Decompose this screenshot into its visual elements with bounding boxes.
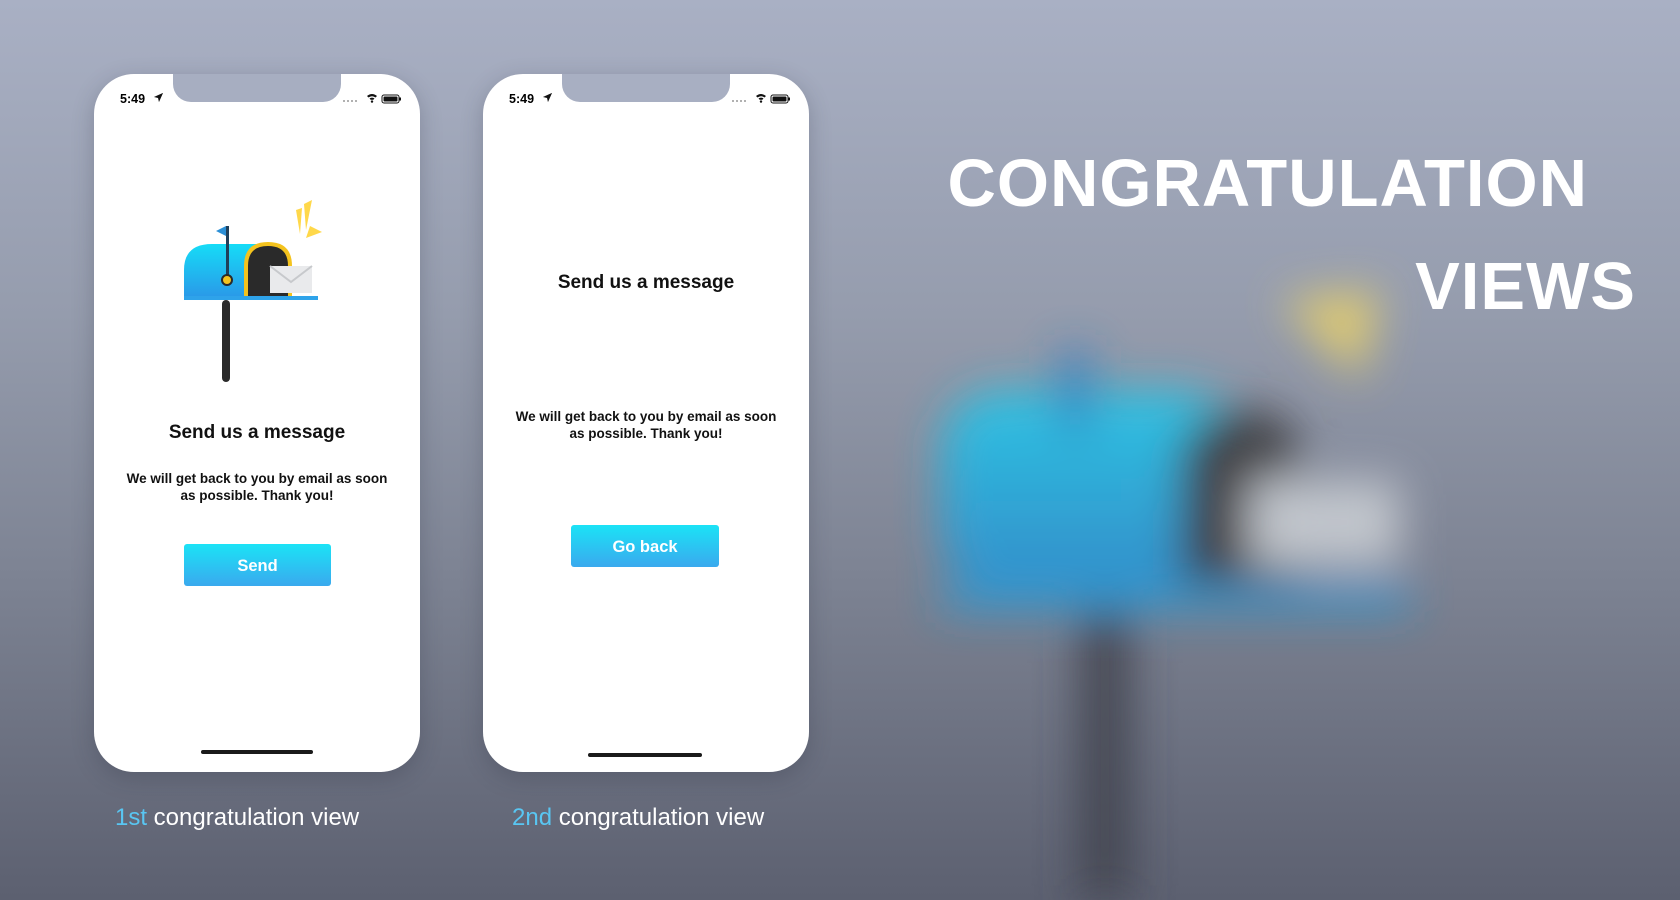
page-title: Send us a message [557,272,735,293]
headline-line-1: CONGRATULATION [947,146,1588,221]
wifi-icon [367,94,377,103]
location-arrow-icon [153,92,164,103]
page-title: Send us a message [168,422,346,443]
battery-icon [770,94,790,104]
caption-second-view: 2nd congratulation view [512,804,764,832]
send-button[interactable]: Send [184,544,331,586]
caption-text: congratulation view [147,804,360,831]
battery-icon [381,94,401,104]
location-arrow-icon [542,92,553,103]
signal-dots-icon [732,100,746,102]
headline-line-2: VIEWS [1415,249,1636,324]
signal-dots-icon [343,100,357,102]
status-icons [732,94,790,104]
status-time: 5:49 [120,92,146,106]
confirmation-message: We will get back to you by email as soon… [126,471,388,503]
wifi-icon [756,94,766,103]
sparkle-icon [296,200,322,238]
phone-second-view: 5:49 Send us a message We will get back … [483,74,809,772]
home-indicator[interactable] [588,753,702,757]
phone-first-view: 5:49 Send us a message We will get back … [94,74,420,772]
confirmation-message: We will get back to you by email as soon… [515,409,777,441]
go-back-button[interactable]: Go back [571,525,719,567]
status-time: 5:49 [509,92,535,106]
phone-notch [562,74,730,102]
mailbox-illustration [184,200,322,382]
status-icons [343,94,401,104]
phone-notch [173,74,341,102]
caption-ordinal: 1st [115,804,148,831]
caption-text: congratulation view [552,804,765,831]
caption-ordinal: 2nd [512,804,553,831]
home-indicator[interactable] [201,750,313,754]
caption-first-view: 1st congratulation view [115,804,359,832]
